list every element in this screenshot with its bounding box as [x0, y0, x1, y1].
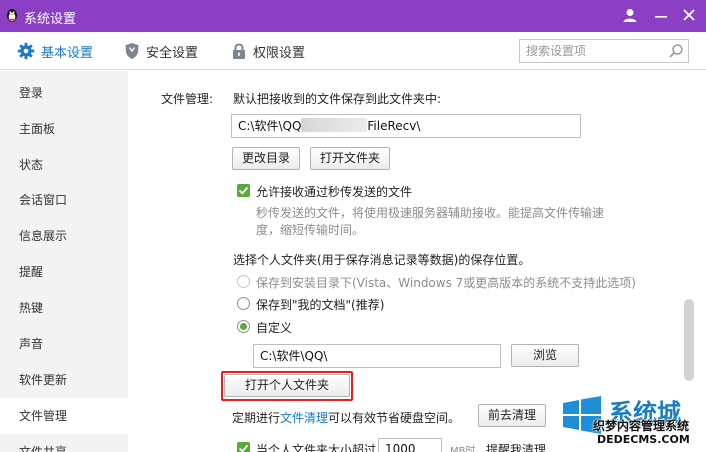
go-cleanup-button[interactable]: 前去清理	[478, 404, 546, 427]
radio-custom[interactable]	[237, 320, 250, 333]
cleanup-hint: 定期进行文件清理可以有效节省硬盘空间。	[232, 409, 460, 426]
save-location-description: 默认把接收到的文件保存到此文件夹中:	[233, 92, 442, 106]
close-icon[interactable]	[680, 6, 698, 24]
sidebar-item-reminder[interactable]: 提醒	[0, 254, 128, 290]
search-input[interactable]	[526, 43, 664, 59]
open-folder-button[interactable]: 打开文件夹	[310, 147, 390, 170]
scrollbar-thumb[interactable]	[684, 299, 694, 381]
tab-label: 基本设置	[41, 45, 94, 61]
file-cleanup-link[interactable]: 文件清理	[280, 411, 328, 425]
radio-my-documents[interactable]	[237, 297, 250, 310]
radio-install-directory[interactable]	[237, 275, 250, 288]
sidebar-item-hotkeys[interactable]: 热键	[0, 290, 128, 326]
sidebar-item-chat-window[interactable]: 会话窗口	[0, 182, 128, 218]
sidebar-item-sound[interactable]: 声音	[0, 326, 128, 362]
title-bar: 系统设置	[0, 0, 706, 32]
minimize-icon[interactable]	[652, 6, 670, 24]
sidebar-item-info-display[interactable]: 信息展示	[0, 218, 128, 254]
tab-label: 权限设置	[253, 45, 306, 61]
size-limit-input[interactable]: 1000	[378, 438, 442, 452]
receive-path-end: FileRecv\	[367, 119, 421, 133]
user-icon[interactable]	[621, 6, 639, 24]
fast-transfer-description-cont: 度，缩短传输时间。	[256, 223, 365, 237]
sidebar-item-file-management[interactable]: 文件管理	[0, 398, 128, 434]
watermark-overlay-name: 织梦内容管理系统	[593, 419, 690, 433]
browse-button[interactable]: 浏览	[511, 344, 579, 367]
sidebar-item-login[interactable]: 登录	[0, 75, 128, 111]
section-label: 文件管理:	[161, 92, 214, 106]
checkmark-icon	[238, 186, 249, 195]
size-limit-label: 当个人文件夹大小超过	[256, 443, 377, 452]
qq-penguin-icon	[7, 9, 17, 22]
tab-permission-settings[interactable]: 权限设置	[231, 32, 305, 70]
search-icon[interactable]	[668, 43, 684, 59]
radio-install-directory-label: 保存到安装目录下(Vista、Windows 7或更高版本的系统不支持此选项)	[256, 276, 636, 290]
cleanup-suffix: 可以有效节省硬盘空间。	[328, 411, 461, 425]
watermark: 系统城 xitongcheng.com 织梦内容管理系统 DEDECMS.COM	[553, 383, 706, 452]
open-personal-folder-button[interactable]: 打开个人文件夹	[224, 374, 350, 397]
settings-search[interactable]	[519, 39, 689, 63]
settings-sidebar: 登录 主面板 状态 会话窗口 信息展示 提醒 热键 声音 软件更新 文件管理 文…	[0, 71, 128, 452]
checkmark-icon	[238, 444, 249, 452]
tab-label: 安全设置	[146, 45, 199, 61]
allow-fast-transfer-checkbox[interactable]	[237, 184, 250, 197]
sidebar-item-file-sharing[interactable]: 文件共享	[0, 434, 128, 452]
window-title: 系统设置	[24, 12, 77, 27]
gear-icon	[17, 42, 35, 60]
size-limit-suffix: 提醒我清理	[486, 443, 547, 452]
settings-tab-bar: 基本设置 安全设置 权限设置	[0, 32, 706, 70]
blurred-path-segment	[301, 118, 368, 132]
receive-folder-path-field[interactable]: C:\软件\QQ FileRecv\	[231, 114, 581, 138]
radio-my-documents-label[interactable]: 保存到"我的文档"(推荐)	[256, 296, 384, 313]
change-directory-button[interactable]: 更改目录	[232, 147, 300, 170]
cleanup-prefix: 定期进行	[232, 411, 281, 425]
sidebar-item-status[interactable]: 状态	[0, 147, 128, 183]
fast-transfer-description: 秒传发送的文件，将使用极速服务器辅助接收。能提高文件传输速	[256, 206, 605, 220]
watermark-overlay-url: DEDECMS.COM	[597, 433, 690, 446]
size-limit-checkbox[interactable]	[237, 442, 250, 452]
lock-icon	[233, 43, 245, 59]
sidebar-item-main-panel[interactable]: 主面板	[0, 111, 128, 147]
receive-path-start: C:\软件\QQ	[238, 119, 302, 133]
radio-custom-label[interactable]: 自定义	[256, 319, 292, 336]
shield-icon	[125, 43, 139, 59]
size-limit-unit: MB时，	[450, 446, 486, 452]
custom-path-field[interactable]: C:\软件\QQ\	[253, 344, 501, 368]
allow-fast-transfer-label[interactable]: 允许接收通过秒传发送的文件	[256, 183, 412, 200]
tab-basic-settings[interactable]: 基本设置	[17, 32, 93, 70]
sidebar-item-software-update[interactable]: 软件更新	[0, 362, 128, 398]
tab-security-settings[interactable]: 安全设置	[124, 32, 198, 70]
personal-folder-prompt: 选择个人文件夹(用于保存消息记录等数据)的保存位置。	[233, 253, 531, 267]
